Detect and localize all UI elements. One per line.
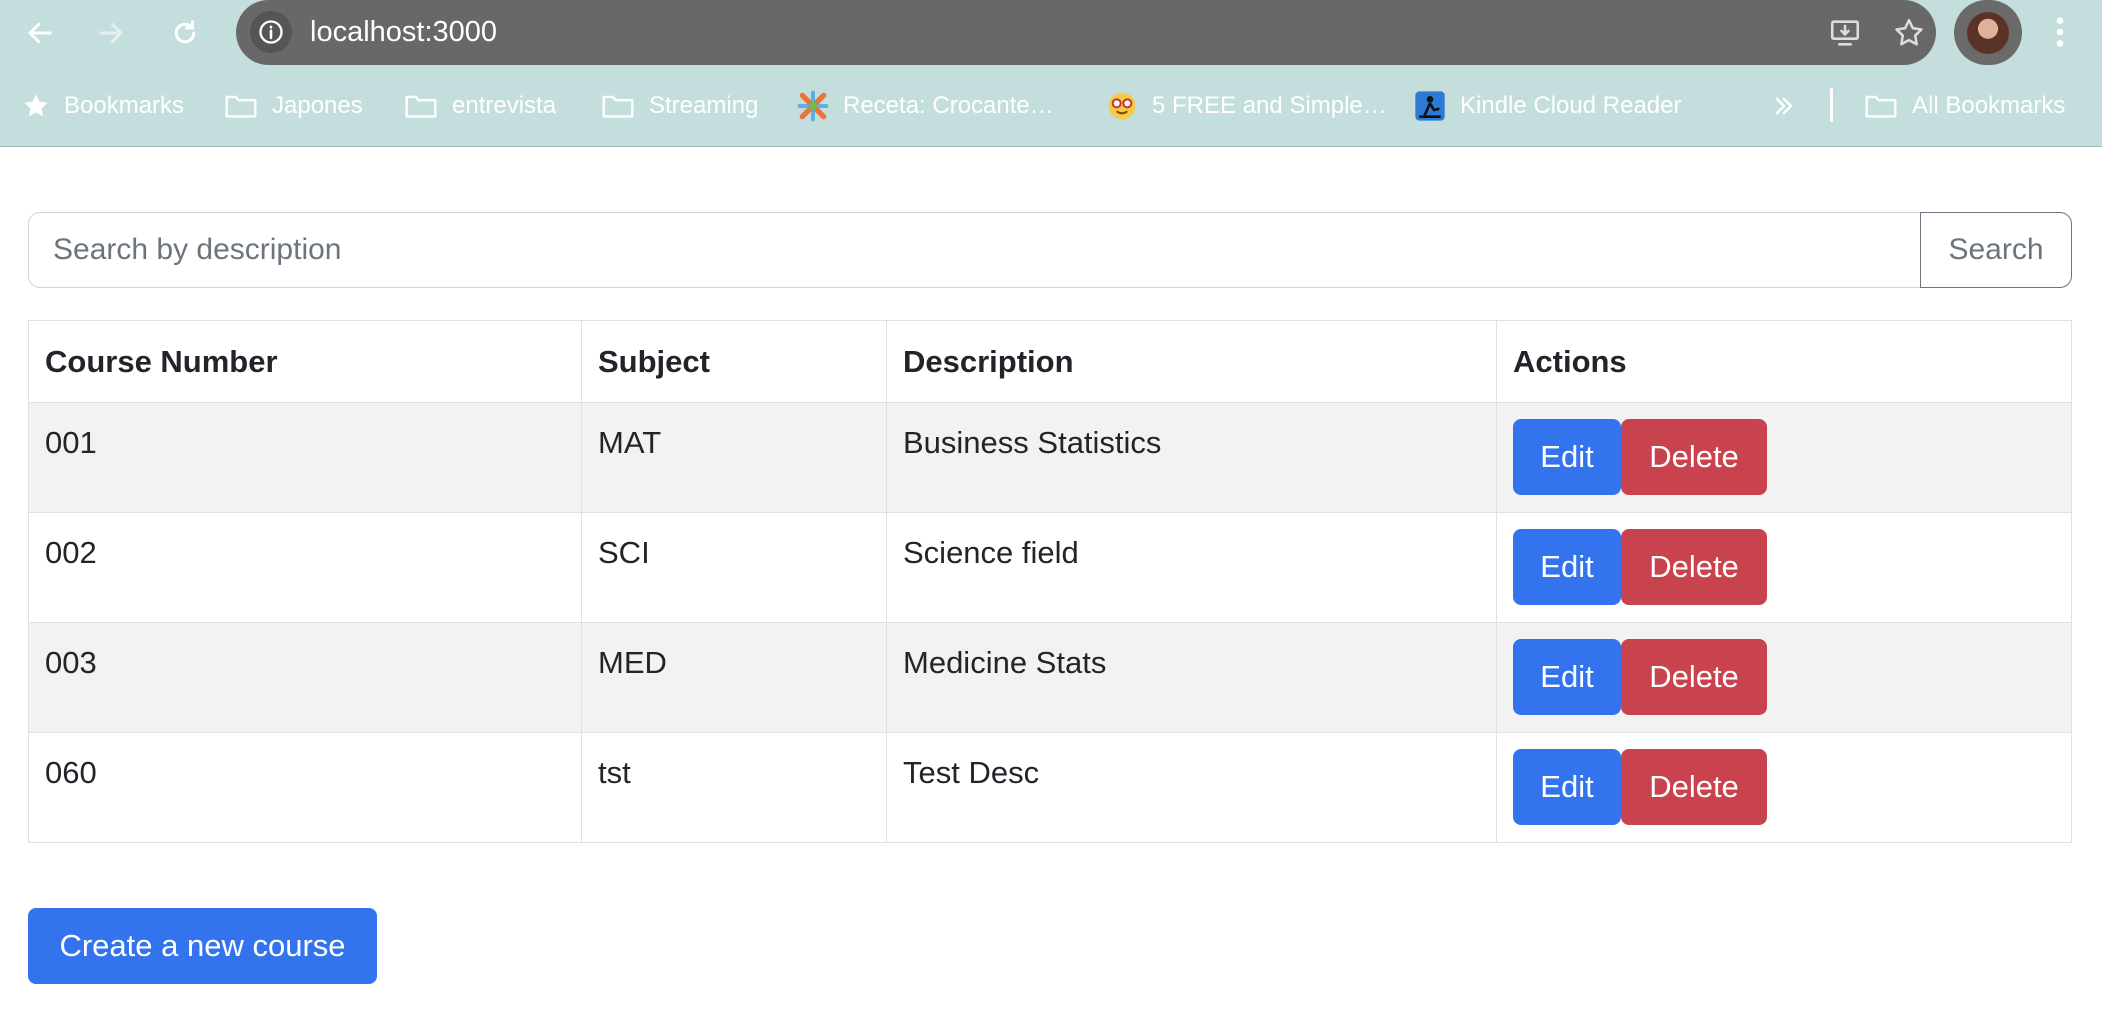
bookmark-5-free[interactable]: 5 FREE and Simple… [1106, 82, 1387, 130]
search-input[interactable] [28, 212, 1920, 288]
description-cell: Test Desc [886, 732, 1497, 843]
header-course-number: Course Number [28, 320, 582, 403]
edit-button[interactable]: Edit [1513, 749, 1621, 825]
bookmark-all-bookmarks[interactable]: All Bookmarks [1864, 82, 2065, 130]
avatar [1967, 11, 2009, 54]
edit-button[interactable]: Edit [1513, 419, 1621, 495]
bookmark-kindle[interactable]: Kindle Cloud Reader [1414, 82, 1681, 130]
install-app-icon[interactable] [1824, 12, 1866, 54]
table-row: 060 tst Test Desc Edit Delete [28, 732, 2072, 843]
bookmarks-divider [1830, 88, 1833, 122]
folder-icon [602, 95, 634, 118]
bookmark-star-icon[interactable] [1888, 12, 1930, 54]
back-arrow-icon [28, 22, 52, 44]
more-bookmarks-button[interactable] [1772, 82, 1796, 130]
address-bar[interactable]: localhost:3000 [236, 0, 1936, 65]
reload-button[interactable] [160, 8, 210, 58]
subject-cell: MED [581, 622, 887, 733]
description-cell: Business Statistics [886, 402, 1497, 513]
kindle-icon [1415, 91, 1445, 121]
browser-menu-icon[interactable] [2040, 10, 2080, 54]
table-row: 001 MAT Business Statistics Edit Delete [28, 402, 2072, 513]
folder-icon [405, 95, 437, 118]
course-number-cell: 060 [28, 732, 582, 843]
bookmark-bookmarks[interactable]: Bookmarks [22, 82, 184, 130]
header-subject: Subject [581, 320, 887, 403]
actions-cell: Edit Delete [1496, 512, 2072, 623]
course-number-cell: 002 [28, 512, 582, 623]
subject-cell: SCI [581, 512, 887, 623]
actions-cell: Edit Delete [1496, 732, 2072, 843]
site-info-icon[interactable] [250, 11, 292, 53]
forward-arrow-icon [99, 22, 123, 44]
chevron-double-right-icon [1775, 97, 1793, 115]
bookmarks-bar: Bookmarks Japones entrevista Streaming R… [0, 82, 2102, 130]
description-cell: Medicine Stats [886, 622, 1497, 733]
header-description: Description [886, 320, 1497, 403]
bookmark-folder-streaming[interactable]: Streaming [601, 82, 758, 130]
edit-button[interactable]: Edit [1513, 529, 1621, 605]
star-icon [24, 94, 48, 117]
description-cell: Science field [886, 512, 1497, 623]
course-number-cell: 001 [28, 402, 582, 513]
url-text: localhost:3000 [310, 16, 498, 48]
folder-icon [1865, 95, 1897, 118]
search-bar: Search [28, 212, 2072, 288]
profile-button[interactable] [1954, 0, 2022, 65]
browser-toolbar: localhost:3000 Bookmarks Japones entrevi… [0, 0, 2102, 147]
table-header-row: Course Number Subject Description Action… [28, 320, 2072, 403]
edit-button[interactable]: Edit [1513, 639, 1621, 715]
course-number-cell: 003 [28, 622, 582, 733]
actions-cell: Edit Delete [1496, 622, 2072, 733]
actions-cell: Edit Delete [1496, 402, 2072, 513]
folder-icon [225, 95, 257, 118]
bookmark-receta[interactable]: Receta: Crocante… [797, 82, 1054, 130]
bookmark-folder-entrevista[interactable]: entrevista [404, 82, 556, 130]
back-button[interactable] [15, 8, 65, 58]
table-row: 003 MED Medicine Stats Edit Delete [28, 622, 2072, 733]
bookmark-folder-japones[interactable]: Japones [224, 82, 363, 130]
delete-button[interactable]: Delete [1621, 749, 1767, 825]
delete-button[interactable]: Delete [1621, 639, 1767, 715]
search-button[interactable]: Search [1920, 212, 2072, 288]
subject-cell: MAT [581, 402, 887, 513]
subject-cell: tst [581, 732, 887, 843]
site-favicon [797, 90, 829, 122]
delete-button[interactable]: Delete [1621, 419, 1767, 495]
delete-button[interactable]: Delete [1621, 529, 1767, 605]
reload-icon [174, 20, 196, 44]
header-actions: Actions [1496, 320, 2072, 403]
nerd-emoji-icon [1108, 92, 1136, 120]
table-row: 002 SCI Science field Edit Delete [28, 512, 2072, 623]
forward-button[interactable] [86, 8, 136, 58]
create-course-button[interactable]: Create a new course [28, 908, 377, 984]
courses-table: Course Number Subject Description Action… [28, 320, 2072, 843]
